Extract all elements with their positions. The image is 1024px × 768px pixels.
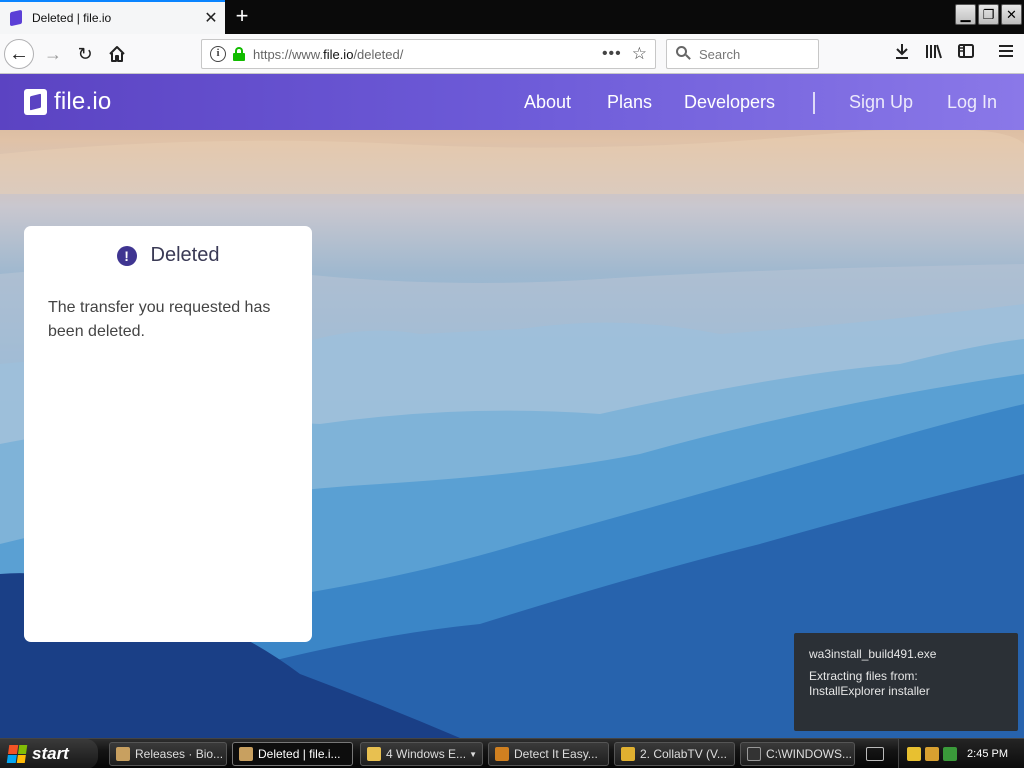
browser-navbar: ← → ↻ i https://www.file.io/deleted/ •••…	[0, 34, 1024, 74]
nav-log-in[interactable]: Log In	[947, 92, 997, 113]
home-icon	[109, 46, 125, 62]
url-bar[interactable]: i https://www.file.io/deleted/ ••• ☆	[201, 39, 656, 69]
reload-icon: ↻	[77, 43, 93, 64]
reload-button[interactable]: ↻	[70, 39, 100, 69]
back-button[interactable]: ←	[4, 39, 34, 69]
security-shield-icon[interactable]	[907, 747, 921, 761]
arrow-right-icon: →	[44, 43, 62, 64]
start-button[interactable]: start	[0, 739, 98, 768]
alert-icon: !	[116, 245, 137, 266]
bookmark-star-icon[interactable]: ☆	[632, 44, 647, 64]
download-icon[interactable]	[890, 42, 914, 66]
collabtv-tray-icon[interactable]	[925, 747, 939, 761]
nav-about[interactable]: About	[524, 92, 571, 113]
page-actions-icon[interactable]: •••	[602, 45, 622, 63]
browser-icon	[116, 747, 130, 761]
clock[interactable]: 2:45 PM	[967, 748, 1008, 760]
deleted-card: ! Deleted The transfer you requested has…	[24, 226, 312, 642]
die-app-icon	[495, 747, 509, 761]
card-header: ! Deleted	[24, 244, 312, 267]
restore-button[interactable]: ❐	[978, 4, 999, 25]
minimize-button[interactable]: ▁	[955, 4, 976, 25]
windows-taskbar: start Releases · Bio... Deleted | file.i…	[0, 738, 1024, 768]
console-icon	[747, 747, 761, 761]
windows-logo-icon	[6, 745, 28, 763]
chevron-down-icon: ▼	[469, 749, 477, 759]
search-box[interactable]: Search	[666, 39, 819, 69]
site-header: file.io About Plans Developers Sign Up L…	[0, 74, 1024, 130]
nav-sign-up[interactable]: Sign Up	[849, 92, 913, 113]
fileio-favicon-icon	[10, 9, 22, 27]
task-windows-explorer[interactable]: 4 Windows E... ▼	[360, 742, 483, 766]
menu-icon[interactable]	[994, 42, 1018, 66]
nav-developers[interactable]: Developers	[684, 92, 775, 113]
browser-tab-strip: Deleted | file.io ✕ + ▁ ❐ ✕	[0, 0, 1024, 34]
search-icon	[676, 46, 692, 62]
search-placeholder: Search	[699, 46, 741, 62]
page-info-icon[interactable]: i	[210, 46, 226, 62]
browser-tab[interactable]: Deleted | file.io ✕	[0, 0, 225, 34]
task-label: Releases · Bio...	[135, 747, 224, 761]
url-domain: file.io	[323, 46, 354, 62]
task-detect-it-easy[interactable]: Detect It Easy...	[488, 742, 609, 766]
system-tray: 2:45 PM	[898, 739, 1024, 768]
url-prefix: https://www.	[253, 46, 324, 62]
fileio-logo-icon	[24, 89, 47, 115]
url-path: /deleted/	[353, 46, 404, 62]
start-label: start	[32, 744, 69, 763]
tab-close-icon[interactable]: ✕	[197, 8, 225, 28]
browser-icon	[239, 747, 253, 761]
library-icon[interactable]	[922, 42, 946, 66]
folder-icon	[367, 747, 381, 761]
task-label: 2. CollabTV (V...	[640, 747, 727, 761]
close-window-button[interactable]: ✕	[1001, 4, 1022, 25]
url-text[interactable]: https://www.file.io/deleted/	[253, 47, 602, 62]
arrow-left-icon: ←	[9, 42, 29, 65]
nav-divider	[813, 92, 815, 114]
toast-line-1: Extracting files from:	[809, 669, 918, 683]
lock-icon[interactable]	[233, 47, 245, 61]
task-collabtv[interactable]: 2. CollabTV (V...	[614, 742, 735, 766]
toast-line-2: InstallExplorer installer	[809, 684, 930, 698]
card-title: Deleted	[150, 244, 220, 266]
network-icon[interactable]	[943, 747, 957, 761]
task-deleted-fileio[interactable]: Deleted | file.i...	[232, 742, 353, 766]
card-message: The transfer you requested has been dele…	[48, 299, 271, 340]
task-label: Detect It Easy...	[514, 747, 598, 761]
collabtv-icon	[621, 747, 635, 761]
nav-plans[interactable]: Plans	[607, 92, 652, 113]
tab-title: Deleted | file.io	[32, 11, 112, 25]
task-label: 4 Windows E...	[386, 747, 467, 761]
site-logo[interactable]: file.io	[24, 88, 111, 116]
new-tab-button[interactable]: +	[230, 3, 254, 29]
task-label: Deleted | file.i...	[258, 747, 341, 761]
home-button[interactable]	[102, 39, 132, 69]
window-controls: ▁ ❐ ✕	[955, 4, 1022, 25]
task-label: C:\WINDOWS...	[766, 747, 852, 761]
toast-title: wa3install_build491.exe	[809, 647, 937, 661]
keyboard-icon[interactable]	[866, 747, 884, 761]
sidebar-icon[interactable]	[954, 42, 978, 66]
logo-text: file.io	[54, 88, 112, 115]
forward-button[interactable]: →	[38, 39, 68, 69]
task-command-prompt[interactable]: C:\WINDOWS...	[740, 742, 855, 766]
task-releases[interactable]: Releases · Bio...	[109, 742, 227, 766]
web-page: file.io About Plans Developers Sign Up L…	[0, 74, 1024, 738]
notification-toast[interactable]: wa3install_build491.exe Extracting files…	[794, 633, 1018, 731]
